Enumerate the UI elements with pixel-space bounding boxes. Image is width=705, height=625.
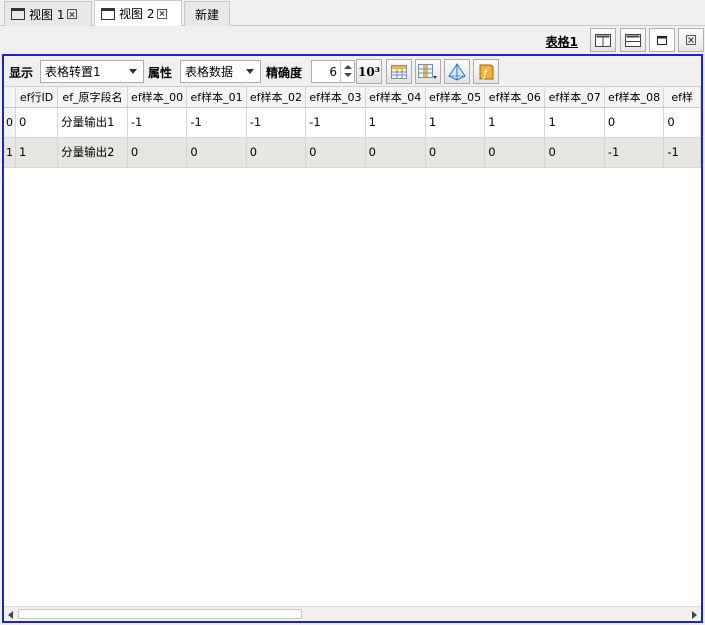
table-grid-icon xyxy=(391,64,407,79)
table-cell[interactable]: -1 xyxy=(305,107,366,138)
table-cell[interactable]: 0 xyxy=(425,137,486,168)
column-header[interactable]: ef样本_00 xyxy=(127,87,188,108)
function-icon: f xyxy=(479,64,494,80)
tab-label: 视图 2 xyxy=(119,7,155,21)
table-cell[interactable]: 1 xyxy=(544,107,605,138)
column-header[interactable]: ef行ID xyxy=(15,87,59,108)
property-select[interactable]: 表格数据 xyxy=(180,60,261,83)
table-header-row: ef行ID ef_原字段名 ef样本_00 ef样本_01 ef样本_02 ef… xyxy=(4,87,701,108)
row-header[interactable]: 1 xyxy=(4,137,16,168)
tab-new[interactable]: 新建 xyxy=(184,1,230,26)
column-header[interactable]: ef样本_01 xyxy=(186,87,247,108)
precision-label: 精确度 xyxy=(266,66,303,80)
table-cell[interactable]: -1 xyxy=(604,137,665,168)
function-button[interactable]: f xyxy=(473,59,499,84)
table-cell[interactable]: 分量输出1 xyxy=(57,107,128,138)
panel-title-bar: 表格1 xyxy=(0,26,705,54)
close-icon[interactable] xyxy=(67,9,78,19)
window-icon xyxy=(11,8,25,20)
table-cell[interactable]: 1 xyxy=(484,107,546,138)
corner-header[interactable] xyxy=(4,87,16,108)
split-horizontal-button[interactable] xyxy=(620,28,646,52)
split-vertical-icon xyxy=(595,33,611,47)
scrollbar-thumb[interactable] xyxy=(18,609,302,619)
table-row[interactable]: 0 0 分量输出1 -1 -1 -1 -1 1 1 1 1 0 0 xyxy=(4,107,701,138)
table-cell[interactable]: 0 xyxy=(305,137,366,168)
precision-value: 6 xyxy=(329,65,337,79)
display-select[interactable]: 表格转置1 xyxy=(40,60,144,83)
table-cell[interactable]: 1 xyxy=(365,107,426,138)
spin-up-icon[interactable] xyxy=(344,65,352,69)
scroll-right-icon[interactable] xyxy=(692,611,697,619)
table-cell[interactable]: 1 xyxy=(15,137,59,168)
pyramid-icon xyxy=(448,62,466,81)
table-cell[interactable]: 分量输出2 xyxy=(57,137,128,168)
split-horizontal-icon xyxy=(625,33,641,47)
table-cell[interactable]: -1 xyxy=(127,107,188,138)
view-tab-bar: 视图 1 视图 2 新建 xyxy=(0,0,705,26)
table-cell[interactable]: 0 xyxy=(365,137,426,168)
chevron-down-icon xyxy=(246,69,254,74)
close-panel-button[interactable] xyxy=(678,28,704,52)
column-header[interactable]: ef样本_06 xyxy=(484,87,546,108)
scientific-notation-button[interactable]: 10³ xyxy=(356,59,382,84)
property-select-value: 表格数据 xyxy=(185,65,234,79)
table-cell[interactable]: 0 xyxy=(127,137,188,168)
table-cell[interactable]: 0 xyxy=(15,107,59,138)
column-header[interactable]: ef样本_05 xyxy=(425,87,486,108)
tab-view-1[interactable]: 视图 1 xyxy=(4,1,92,26)
column-header[interactable]: ef样本_07 xyxy=(544,87,605,108)
table-cell[interactable]: 0 xyxy=(246,137,307,168)
table-toolbar: 显示 表格转置1 属性 表格数据 精确度 6 10³ f xyxy=(4,56,701,87)
data-table: ef行ID ef_原字段名 ef样本_00 ef样本_01 ef样本_02 ef… xyxy=(4,87,701,606)
table-cell[interactable]: 0 xyxy=(484,137,546,168)
table-cell[interactable]: -1 xyxy=(663,137,701,168)
close-icon xyxy=(686,35,696,45)
table-columns-icon xyxy=(418,63,437,79)
horizontal-scrollbar[interactable] xyxy=(4,606,701,621)
3d-view-button[interactable] xyxy=(444,59,470,84)
scroll-left-icon[interactable] xyxy=(8,611,13,619)
data-table-grid: ef行ID ef_原字段名 ef样本_00 ef样本_01 ef样本_02 ef… xyxy=(4,87,701,168)
property-label: 属性 xyxy=(148,66,173,80)
table-cell[interactable]: -1 xyxy=(186,107,247,138)
table-cell[interactable]: 0 xyxy=(604,107,665,138)
close-icon[interactable] xyxy=(157,8,168,19)
column-header[interactable]: ef样本_04 xyxy=(365,87,426,108)
table-view-button[interactable] xyxy=(386,59,412,84)
precision-spinbox[interactable]: 6 xyxy=(311,60,355,83)
table-cell[interactable]: 1 xyxy=(425,107,486,138)
table-row[interactable]: 1 1 分量输出2 0 0 0 0 0 0 0 0 -1 -1 xyxy=(4,137,701,168)
tab-label: 新建 xyxy=(194,7,219,22)
table-cell[interactable]: -1 xyxy=(246,107,307,138)
column-header[interactable]: ef样本_02 xyxy=(246,87,307,108)
maximize-button[interactable] xyxy=(649,28,675,52)
display-label: 显示 xyxy=(9,66,34,80)
column-header[interactable]: ef样本_08 xyxy=(604,87,665,108)
column-header[interactable]: ef样 xyxy=(663,87,701,108)
column-options-button[interactable] xyxy=(415,59,441,84)
row-header[interactable]: 0 xyxy=(4,107,16,138)
table-panel: 显示 表格转置1 属性 表格数据 精确度 6 10³ f ef行ID ef_原字… xyxy=(2,54,703,623)
maximize-icon xyxy=(657,35,667,45)
display-select-value: 表格转置1 xyxy=(45,65,101,79)
panel-title[interactable]: 表格1 xyxy=(546,33,578,50)
table-cell[interactable]: 0 xyxy=(663,107,701,138)
table-cell[interactable]: 0 xyxy=(186,137,247,168)
chevron-down-icon xyxy=(129,69,137,74)
spinner-arrows[interactable] xyxy=(340,61,354,82)
split-vertical-button[interactable] xyxy=(590,28,616,52)
tab-view-2[interactable]: 视图 2 xyxy=(94,0,182,26)
window-icon xyxy=(101,7,115,20)
column-header[interactable]: ef样本_03 xyxy=(305,87,366,108)
column-header[interactable]: ef_原字段名 xyxy=(57,87,128,108)
table-cell[interactable]: 0 xyxy=(544,137,605,168)
spin-down-icon[interactable] xyxy=(344,73,352,77)
tab-label: 视图 1 xyxy=(29,7,65,22)
